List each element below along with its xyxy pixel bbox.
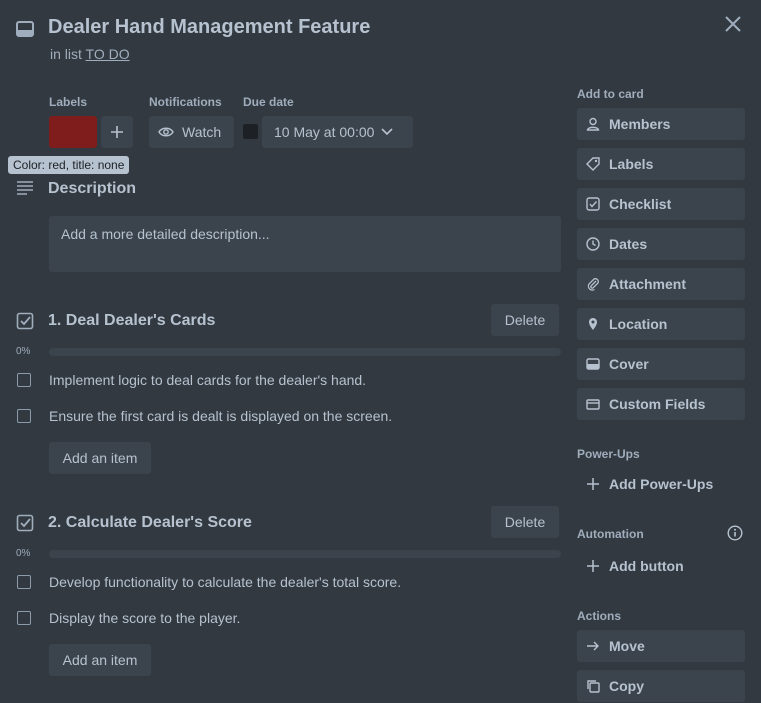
checklist-label: Checklist bbox=[609, 196, 672, 212]
due-date-value: 10 May at 00:00 bbox=[274, 124, 375, 140]
powerups-heading: Power-Ups bbox=[577, 447, 640, 461]
checklist-progress-bar bbox=[49, 348, 561, 356]
chevron-down-icon bbox=[381, 128, 393, 136]
add-item-button[interactable]: Add an item bbox=[49, 644, 151, 676]
watch-button[interactable]: Watch bbox=[149, 116, 234, 148]
arrow-right-icon bbox=[585, 638, 601, 654]
add-button-label: Add button bbox=[609, 558, 684, 574]
checklist-progress-text: 0% bbox=[16, 346, 31, 357]
location-label: Location bbox=[609, 316, 668, 332]
card-title[interactable]: Dealer Hand Management Feature bbox=[48, 16, 370, 39]
checklist-title[interactable]: 1. Deal Dealer's Cards bbox=[48, 312, 215, 330]
custom-fields-button[interactable]: Custom Fields bbox=[577, 388, 745, 420]
paperclip-icon bbox=[585, 276, 601, 292]
close-icon[interactable] bbox=[724, 15, 742, 33]
custom-fields-label: Custom Fields bbox=[609, 396, 706, 412]
person-icon bbox=[585, 116, 601, 132]
list-reference: in list TO DO bbox=[50, 46, 130, 62]
copy-icon bbox=[585, 678, 601, 694]
in-list-prefix: in list bbox=[50, 46, 82, 62]
move-label: Move bbox=[609, 638, 645, 654]
checklist-icon bbox=[16, 312, 34, 330]
description-heading: Description bbox=[48, 180, 137, 197]
cover-icon bbox=[585, 356, 601, 372]
cover-button[interactable]: Cover bbox=[577, 348, 745, 380]
checklist-item-checkbox[interactable] bbox=[17, 409, 31, 423]
checklist-progress-text: 0% bbox=[16, 548, 31, 559]
list-link[interactable]: TO DO bbox=[86, 46, 130, 62]
dates-label: Dates bbox=[609, 236, 648, 252]
checklist-item-checkbox[interactable] bbox=[17, 373, 31, 387]
clock-icon bbox=[585, 236, 601, 252]
due-date-button[interactable]: 10 May at 00:00 bbox=[262, 116, 413, 148]
copy-label: Copy bbox=[609, 678, 644, 694]
automation-heading: Automation bbox=[577, 527, 644, 541]
add-powerups-label: Add Power-Ups bbox=[609, 476, 714, 492]
checklist-item-text[interactable]: Display the score to the player. bbox=[49, 610, 240, 626]
eye-icon bbox=[158, 127, 174, 137]
checklist-item-text[interactable]: Implement logic to deal cards for the de… bbox=[49, 372, 366, 388]
checklist-item-checkbox[interactable] bbox=[17, 575, 31, 589]
members-button[interactable]: Members bbox=[577, 108, 745, 140]
watch-label: Watch bbox=[182, 124, 222, 140]
checklist-item-checkbox[interactable] bbox=[17, 611, 31, 625]
location-pin-icon bbox=[585, 316, 601, 332]
checklist-item-text[interactable]: Develop functionality to calculate the d… bbox=[49, 574, 401, 590]
actions-heading: Actions bbox=[577, 609, 622, 623]
tag-icon bbox=[585, 156, 601, 172]
plus-icon bbox=[585, 476, 601, 492]
description-icon bbox=[16, 181, 34, 195]
attachment-label: Attachment bbox=[609, 276, 687, 292]
card-icon bbox=[16, 21, 34, 37]
delete-checklist-button[interactable]: Delete bbox=[491, 506, 559, 538]
plus-icon bbox=[111, 126, 123, 138]
custom-fields-icon bbox=[585, 396, 601, 412]
add-powerups-button[interactable]: Add Power-Ups bbox=[577, 468, 745, 500]
due-complete-checkbox[interactable] bbox=[243, 124, 258, 139]
checklist-item-text[interactable]: Ensure the first card is dealt is displa… bbox=[49, 408, 392, 424]
attachment-button[interactable]: Attachment bbox=[577, 268, 745, 300]
checklist-icon bbox=[16, 514, 34, 532]
checklist-title[interactable]: 2. Calculate Dealer's Score bbox=[48, 514, 252, 532]
move-button[interactable]: Move bbox=[577, 630, 745, 662]
add-label-button[interactable] bbox=[101, 116, 133, 148]
members-label: Members bbox=[609, 116, 671, 132]
location-button[interactable]: Location bbox=[577, 308, 745, 340]
add-item-button[interactable]: Add an item bbox=[49, 442, 151, 474]
checklist-progress-bar bbox=[49, 550, 561, 558]
copy-button[interactable]: Copy bbox=[577, 670, 745, 702]
dates-button[interactable]: Dates bbox=[577, 228, 745, 260]
delete-checklist-button[interactable]: Delete bbox=[491, 304, 559, 336]
due-date-heading: Due date bbox=[243, 95, 294, 109]
labels-heading: Labels bbox=[49, 95, 88, 109]
labels-label: Labels bbox=[609, 156, 654, 172]
label-chip-red[interactable] bbox=[49, 116, 97, 148]
notifications-heading: Notifications bbox=[149, 95, 222, 109]
checklist-icon bbox=[585, 196, 601, 212]
description-editor[interactable]: Add a more detailed description... bbox=[49, 216, 561, 272]
labels-button[interactable]: Labels bbox=[577, 148, 745, 180]
description-placeholder: Add a more detailed description... bbox=[61, 226, 270, 242]
cover-label: Cover bbox=[609, 356, 649, 372]
checklist-button[interactable]: Checklist bbox=[577, 188, 745, 220]
add-to-card-heading: Add to card bbox=[577, 87, 644, 101]
info-icon[interactable] bbox=[727, 525, 743, 541]
add-button-button[interactable]: Add button bbox=[577, 550, 745, 582]
label-tooltip: Color: red, title: none bbox=[8, 156, 130, 174]
plus-icon bbox=[585, 558, 601, 574]
